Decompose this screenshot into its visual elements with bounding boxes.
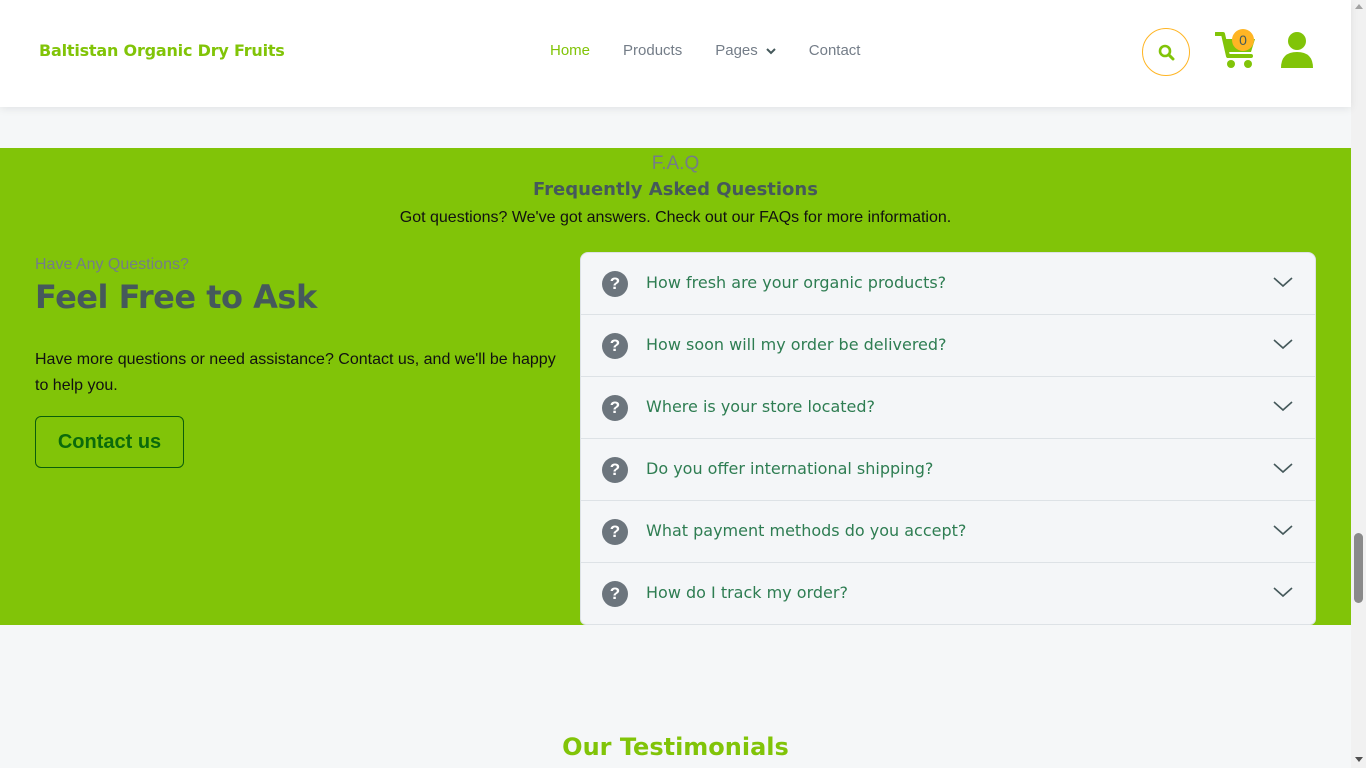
- question-icon: ?: [602, 457, 628, 483]
- page-scrollbar[interactable]: [1351, 0, 1366, 768]
- nav-products-label: Products: [623, 42, 683, 59]
- question-icon: ?: [602, 519, 628, 545]
- chevron-down-icon: [1273, 463, 1293, 474]
- faq-item[interactable]: ? How do I track my order?: [581, 563, 1315, 624]
- scrollbar-thumb[interactable]: [1354, 533, 1363, 603]
- scroll-down-arrow-icon[interactable]: [1355, 757, 1363, 762]
- nav-contact-label: Contact: [808, 42, 861, 59]
- faq-item[interactable]: ? Where is your store located?: [581, 377, 1315, 439]
- nav-contact[interactable]: Contact: [809, 42, 861, 59]
- ask-title: Feel Free to Ask: [35, 278, 317, 316]
- ask-description: Have more questions or need assistance? …: [35, 351, 556, 394]
- faq-section: F.A.Q Frequently Asked Questions Got que…: [0, 148, 1351, 625]
- faq-eyebrow: F.A.Q: [651, 153, 700, 174]
- site-header: Baltistan Organic Dry Fruits Home Produc…: [0, 0, 1351, 107]
- main-nav: Home Products Pages Contact: [550, 42, 893, 59]
- cart-count-badge: 0: [1232, 29, 1254, 51]
- faq-question: Do you offer international shipping?: [646, 459, 934, 478]
- chevron-down-icon: [1273, 587, 1293, 598]
- faq-accordion: ? How fresh are your organic products? ?…: [580, 252, 1316, 625]
- faq-question: What payment methods do you accept?: [646, 521, 967, 540]
- nav-home-label: Home: [550, 42, 591, 59]
- contact-us-button[interactable]: Contact us: [35, 416, 184, 468]
- faq-item[interactable]: ? How fresh are your organic products?: [581, 253, 1315, 315]
- brand-logo[interactable]: Baltistan Organic Dry Fruits: [39, 41, 285, 60]
- chevron-down-icon: [1273, 339, 1293, 350]
- faq-title: Frequently Asked Questions: [533, 179, 818, 200]
- faq-question: How fresh are your organic products?: [646, 273, 947, 292]
- question-icon: ?: [602, 581, 628, 607]
- faq-item[interactable]: ? What payment methods do you accept?: [581, 501, 1315, 563]
- question-icon: ?: [602, 395, 628, 421]
- faq-question: How do I track my order?: [646, 583, 848, 602]
- question-icon: ?: [602, 271, 628, 297]
- user-icon[interactable]: [1280, 31, 1314, 69]
- search-icon: [1158, 44, 1174, 60]
- faq-item[interactable]: ? How soon will my order be delivered?: [581, 315, 1315, 377]
- faq-question: Where is your store located?: [646, 397, 876, 416]
- testimonials-title: Our Testimonials: [562, 733, 789, 761]
- nav-pages-dropdown[interactable]: Pages: [715, 42, 776, 59]
- search-button[interactable]: [1142, 28, 1190, 76]
- question-icon: ?: [602, 333, 628, 359]
- nav-pages-label: Pages: [715, 42, 758, 59]
- chevron-down-icon: [766, 47, 776, 54]
- chevron-down-icon: [1273, 401, 1293, 412]
- faq-question: How soon will my order be delivered?: [646, 335, 947, 354]
- faq-item[interactable]: ? Do you offer international shipping?: [581, 439, 1315, 501]
- nav-products[interactable]: Products: [623, 42, 682, 59]
- chevron-down-icon: [1273, 277, 1293, 288]
- faq-subtitle: Got questions? We've got answers. Check …: [399, 209, 952, 226]
- nav-home[interactable]: Home: [550, 42, 590, 59]
- scroll-up-arrow-icon[interactable]: [1355, 4, 1363, 9]
- chevron-down-icon: [1273, 525, 1293, 536]
- ask-eyebrow: Have Any Questions?: [35, 256, 189, 273]
